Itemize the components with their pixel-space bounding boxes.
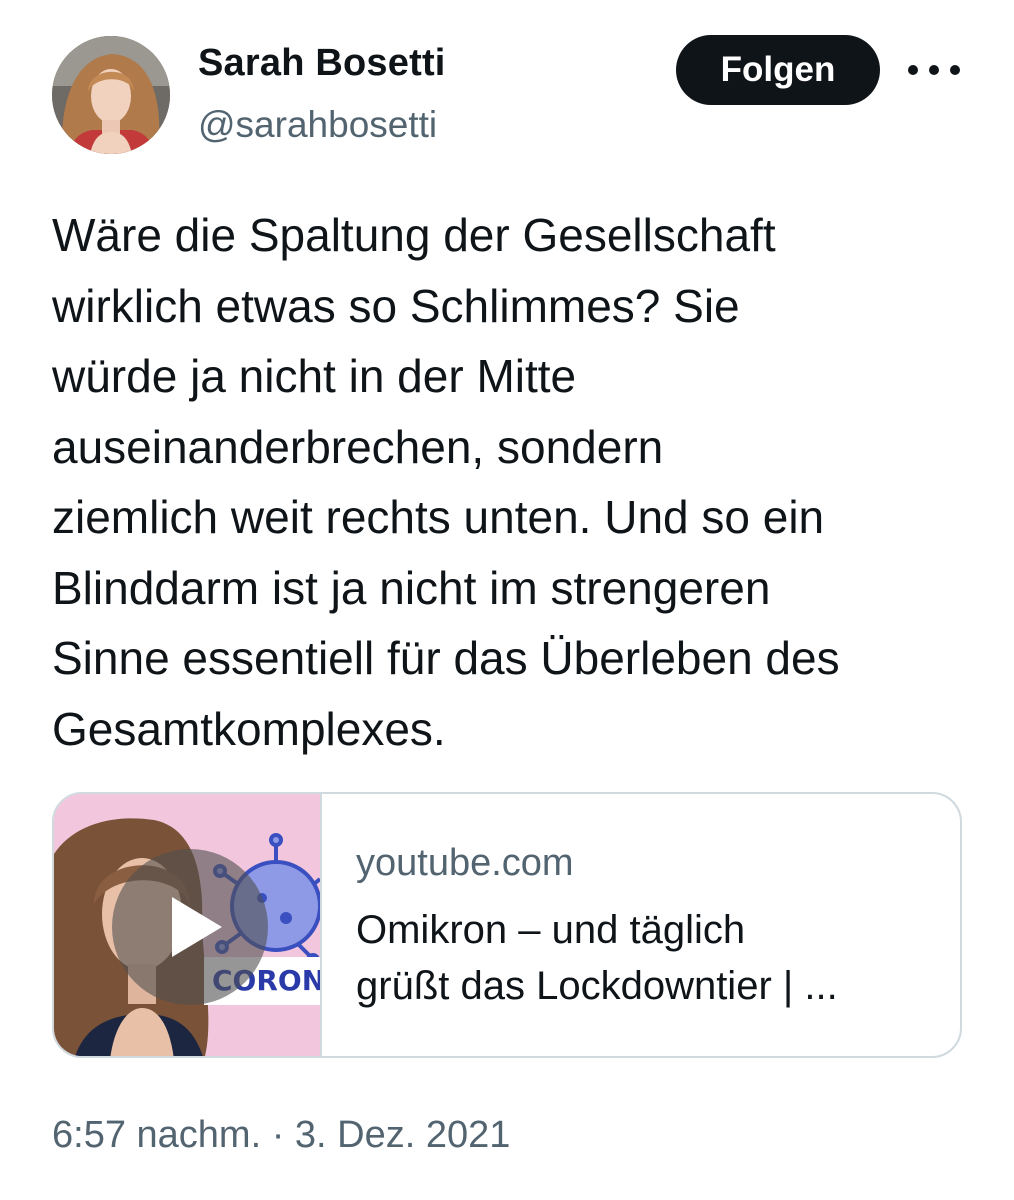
author-handle[interactable]: @sarahbosetti <box>198 104 437 146</box>
tweet-text-line: wirklich etwas so Schlimmes? Sie <box>52 279 740 332</box>
tweet-text-line: würde ja nicht in der Mitte <box>52 350 577 402</box>
more-dot <box>929 65 939 75</box>
play-icon[interactable] <box>112 849 268 1005</box>
tweet-text-line: auseinanderbrechen, sondern <box>52 420 664 473</box>
card-title-line: Omikron – und täglich <box>356 908 746 952</box>
card-title: Omikron – und täglich grüßt das Lockdown… <box>356 902 936 1014</box>
avatar-image <box>52 36 170 154</box>
card-title-line: grüßt das Lockdowntier | ... <box>356 964 838 1008</box>
card-domain: youtube.com <box>356 842 574 884</box>
author-avatar[interactable] <box>52 36 170 154</box>
play-triangle <box>172 897 222 957</box>
author-display-name[interactable]: Sarah Bosetti <box>198 42 446 85</box>
tweet: Sarah Bosetti @sarahbosetti Folgen Wäre … <box>0 0 1014 1200</box>
more-options-icon[interactable] <box>908 54 960 86</box>
tweet-text-line: Gesamtkomplexes. <box>52 702 446 755</box>
tweet-timestamp[interactable]: 6:57 nachm. · 3. Dez. 2021 <box>52 1114 510 1157</box>
follow-button[interactable]: Folgen <box>676 35 880 105</box>
tweet-text: Wäre die Spaltung der Gesellschaft wirkl… <box>52 200 982 764</box>
tweet-text-line: Sinne essentiell für das Überleben des <box>52 632 840 684</box>
link-preview-card[interactable]: CORONA youtube.com Omikron – und täglich… <box>52 792 962 1058</box>
card-divider <box>320 794 322 1056</box>
more-dot <box>908 65 918 75</box>
tweet-text-line: Wäre die Spaltung der Gesellschaft <box>52 209 776 261</box>
more-dot <box>950 65 960 75</box>
tweet-text-line: Blinddarm ist ja nicht im strengeren <box>52 561 771 614</box>
video-thumbnail[interactable]: CORONA <box>54 794 320 1056</box>
tweet-text-line: ziemlich weit rechts unten. Und so ein <box>52 491 825 543</box>
